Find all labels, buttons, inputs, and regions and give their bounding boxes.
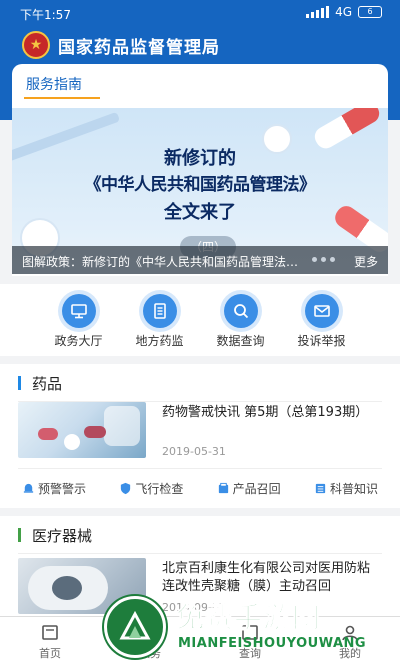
tag-warning[interactable]: 预警警示 (22, 480, 86, 497)
recall-icon (218, 482, 228, 494)
status-time: 下午1:57 (20, 8, 71, 22)
nav-label: 首页 (39, 647, 61, 660)
entry-label: 投诉举报 (297, 334, 346, 348)
section-header: 药品 (18, 364, 382, 402)
entry-local-supervision[interactable]: 地方药监 (124, 284, 196, 356)
signal-icon (306, 6, 330, 18)
tab-underline (24, 97, 100, 99)
document-icon (142, 294, 177, 328)
nav-home[interactable]: 首页 (0, 617, 100, 666)
tag-label: 科普知识 (329, 482, 378, 496)
service-guide-tab[interactable]: 服务指南 (26, 74, 82, 94)
section-accent-bar (18, 376, 21, 390)
battery-icon: 6 (358, 6, 382, 18)
entry-label: 政务大厅 (54, 334, 103, 348)
entry-data-query[interactable]: 数据查询 (205, 284, 277, 356)
monitor-icon (61, 294, 96, 328)
news-date: 2019-05-31 (162, 445, 226, 458)
network-type: 4G (335, 5, 352, 19)
banner-caption-bar: 图解政策：新修订的《中华人民共和国药品管理法》全文来了 更多 (12, 246, 388, 274)
section-title: 医疗器械 (32, 527, 93, 545)
drug-section: 药品 药物警戒快讯 第5期（总第193期） 2019-05-31 预警警示 飞行… (0, 364, 400, 508)
section-header: 医疗器械 (18, 516, 382, 554)
app-header: ★ 国家药品监督管理局 (0, 28, 400, 62)
shield-icon (121, 482, 131, 495)
tag-inspection[interactable]: 飞行检查 (119, 480, 183, 497)
tag-recall[interactable]: 产品召回 (217, 480, 281, 497)
app-title: 国家药品监督管理局 (58, 37, 220, 58)
tag-label: 飞行检查 (135, 482, 184, 496)
carousel-dots (312, 257, 335, 262)
drug-tag-row: 预警警示 飞行检查 产品召回 科普知识 (18, 468, 382, 508)
news-item[interactable]: 药物警戒快讯 第5期（总第193期） 2019-05-31 (18, 402, 382, 466)
banner-line-1: 新修订的 (164, 148, 236, 169)
tag-label: 预警警示 (38, 482, 87, 496)
service-guide-card: 服务指南 新修订的 《中华人民共和国药品管理法》 全文来了 （四） 图解政策：新… (12, 64, 388, 276)
mail-icon (304, 294, 339, 328)
home-icon (42, 625, 58, 640)
entry-label: 数据查询 (216, 334, 265, 348)
entry-government-hall[interactable]: 政务大厅 (43, 284, 115, 356)
banner-line-3: 全文来了 (164, 202, 236, 223)
entry-label: 地方药监 (135, 334, 184, 348)
banner-line-2: 《中华人民共和国药品管理法》 (84, 175, 317, 195)
quick-entries: 政务大厅 地方药监 数据查询 投诉举报 (0, 284, 400, 356)
watermark: 免费手游网 MIANFEISHOUYOUWANG (104, 594, 400, 666)
search-icon (223, 294, 258, 328)
watermark-title: 免费手游网 (175, 601, 322, 635)
tag-label: 产品召回 (232, 482, 281, 496)
national-emblem-icon: ★ (22, 31, 50, 59)
news-title: 北京百利康生化有限公司对医用防粘连改性壳聚糖（膜）主动召回 (162, 561, 371, 594)
watermark-logo-icon (104, 596, 166, 658)
tag-science[interactable]: 科普知识 (314, 480, 378, 497)
status-bar: 下午1:57 4G 6 (0, 0, 400, 26)
banner-carousel[interactable]: 新修订的 《中华人民共和国药品管理法》 全文来了 （四） 图解政策：新修订的《中… (12, 108, 388, 274)
section-accent-bar (18, 528, 21, 542)
bell-icon (23, 483, 34, 493)
section-title: 药品 (32, 375, 63, 393)
entry-complaint-report[interactable]: 投诉举报 (286, 284, 358, 356)
watermark-subtitle: MIANFEISHOUYOUWANG (178, 636, 367, 651)
news-thumbnail (18, 402, 146, 458)
banner-caption[interactable]: 图解政策：新修订的《中华人民共和国药品管理法》全文来了 (22, 253, 310, 270)
more-link[interactable]: 更多 (354, 253, 378, 270)
news-title: 药物警戒快讯 第5期（总第193期） (162, 405, 369, 420)
book-icon (315, 483, 326, 494)
